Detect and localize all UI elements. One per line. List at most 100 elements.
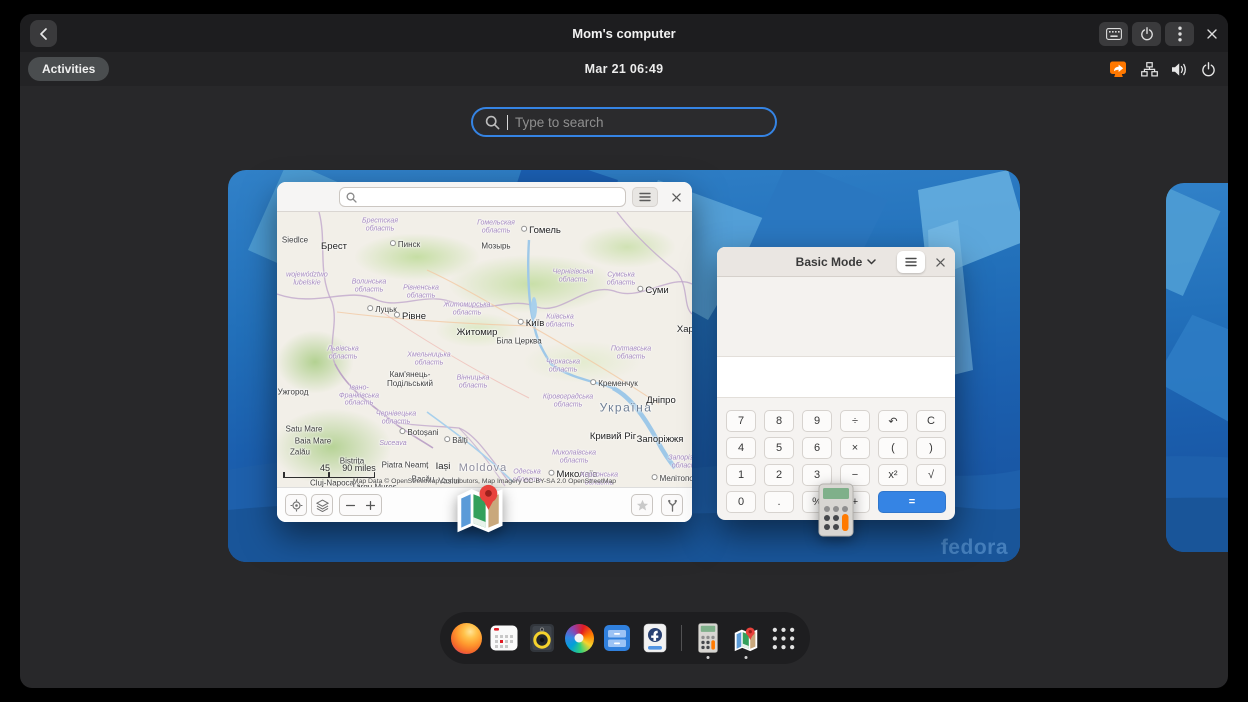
- calc-key-6[interactable]: 6: [802, 437, 832, 459]
- photos-icon: [565, 624, 594, 653]
- zoom-in-button[interactable]: [360, 494, 382, 516]
- scale-mid-label: 45: [320, 463, 330, 473]
- map-label: Кременчук: [590, 379, 638, 389]
- calc-key-7[interactable]: 7: [726, 410, 756, 432]
- dock-item-rhythmbox[interactable]: [525, 615, 558, 661]
- dock-item-files[interactable]: [601, 615, 634, 661]
- map-label: Satu Mare: [286, 426, 323, 435]
- dash: [440, 612, 810, 664]
- calc-key-×[interactable]: ×: [840, 437, 870, 459]
- favorite-star-icon: [636, 499, 649, 512]
- firefox-icon: [451, 623, 482, 654]
- map-label: Черкаська область: [535, 358, 591, 373]
- calc-key-9[interactable]: 9: [802, 410, 832, 432]
- map-label: Piatra Neamț: [382, 462, 429, 471]
- map-label: województwo lubelskie: [279, 271, 335, 286]
- map-label: Мозырь: [481, 243, 510, 252]
- map-label: Полтавська область: [603, 345, 659, 360]
- calc-key-0[interactable]: 0: [726, 491, 756, 513]
- zoom-out-button[interactable]: [339, 494, 361, 516]
- clock[interactable]: Mar 21 06:49: [20, 52, 1228, 86]
- calc-key-√[interactable]: √: [916, 464, 946, 486]
- calc-key-2[interactable]: 2: [764, 464, 794, 486]
- calculator-menu-button[interactable]: [897, 251, 925, 273]
- dock-item-photos[interactable]: [563, 615, 596, 661]
- route-button[interactable]: [661, 494, 683, 516]
- close-window-button[interactable]: [1197, 22, 1226, 46]
- map-label: Кам'янець-Подільський: [378, 371, 442, 389]
- calc-key-C[interactable]: C: [916, 410, 946, 432]
- dock-item-calculator[interactable]: [692, 615, 725, 661]
- map-label: Івано-Франківська область: [331, 384, 387, 407]
- dock-item-calendar[interactable]: [488, 615, 521, 661]
- menu-button[interactable]: [1165, 22, 1194, 46]
- dock-item-app-grid[interactable]: [767, 615, 800, 661]
- map-label: Siedlce: [282, 237, 308, 246]
- maps-search-field[interactable]: [339, 187, 626, 207]
- calculator-app-icon[interactable]: [818, 483, 854, 537]
- fedora-watermark: fedora: [941, 536, 1008, 560]
- route-icon: [666, 499, 679, 512]
- map-label: Suceava: [365, 440, 421, 448]
- dock-item-firefox[interactable]: [450, 615, 483, 661]
- screen-share-indicator-icon[interactable]: [1109, 61, 1128, 78]
- calc-key-↶[interactable]: ↶: [878, 410, 908, 432]
- calc-key-8[interactable]: 8: [764, 410, 794, 432]
- calc-key-4[interactable]: 4: [726, 437, 756, 459]
- status-area: [1109, 52, 1216, 86]
- calc-key-1[interactable]: 1: [726, 464, 756, 486]
- calc-key-.[interactable]: .: [764, 491, 794, 513]
- maps-app-icon[interactable]: [450, 476, 510, 536]
- map-label: Дніпро: [646, 396, 676, 406]
- map-label: Рівне: [394, 312, 426, 322]
- gnome-top-bar: Activities Mar 21 06:49: [20, 52, 1228, 86]
- hamburger-menu-icon: [639, 192, 651, 202]
- zoom-out-icon: [345, 500, 356, 511]
- map-label: Львівська область: [315, 345, 371, 360]
- maps-icon: [731, 623, 761, 653]
- power-icon[interactable]: [1201, 62, 1216, 77]
- power-options-button[interactable]: [1132, 22, 1161, 46]
- calculator-close-button[interactable]: [928, 251, 952, 273]
- layers-button[interactable]: [311, 494, 333, 516]
- calculator-window[interactable]: Basic Mode 789÷↶C456×()123−x²√0.%+=: [717, 247, 955, 520]
- map-label: Кіровоградська область: [540, 393, 596, 408]
- map-canvas[interactable]: SiedlceБрестПинскМозырьГомельБрестская о…: [277, 212, 692, 487]
- map-label: Гомель: [521, 226, 561, 236]
- map-label: Кривий Ріг: [590, 432, 636, 442]
- calc-key-5[interactable]: 5: [764, 437, 794, 459]
- calc-key-÷[interactable]: ÷: [840, 410, 870, 432]
- map-label: Ужгород: [278, 389, 309, 398]
- map-label: Київська область: [532, 313, 588, 328]
- volume-icon[interactable]: [1171, 62, 1188, 77]
- map-label: Zalău: [290, 449, 310, 458]
- calc-key-)[interactable]: ): [916, 437, 946, 459]
- virtual-keyboard-button[interactable]: [1099, 22, 1128, 46]
- search-icon: [485, 115, 500, 130]
- calculator-mode-label: Basic Mode: [796, 255, 863, 269]
- running-indicator: [744, 656, 747, 659]
- layers-icon: [316, 499, 329, 512]
- favorites-button[interactable]: [631, 494, 653, 516]
- overview-search-field[interactable]: Type to search: [471, 107, 777, 137]
- map-label: Миколаївська область: [546, 449, 602, 464]
- map-label: Рівненська область: [393, 284, 449, 299]
- calc-key-x²[interactable]: x²: [878, 464, 908, 486]
- map-label: Хмельницька область: [401, 351, 457, 366]
- map-label: Житомирська область: [439, 301, 495, 316]
- locate-button[interactable]: [285, 494, 307, 516]
- calc-key-=[interactable]: =: [878, 491, 946, 513]
- map-label: Botoșani: [399, 428, 438, 438]
- dock-item-maps[interactable]: [730, 615, 763, 661]
- dock-item-media-writer[interactable]: [638, 615, 671, 661]
- calc-key-([interactable]: (: [878, 437, 908, 459]
- next-workspace-thumbnail[interactable]: [1166, 183, 1228, 552]
- maps-window[interactable]: SiedlceБрестПинскМозырьГомельБрестская о…: [277, 182, 692, 522]
- calculator-display[interactable]: [717, 357, 955, 398]
- map-label: Харків: [677, 325, 692, 335]
- map-label: Житомир: [457, 328, 498, 338]
- wired-network-icon[interactable]: [1141, 62, 1158, 77]
- maps-close-button[interactable]: [663, 187, 689, 207]
- power-icon: [1140, 27, 1154, 41]
- maps-menu-button[interactable]: [632, 187, 658, 207]
